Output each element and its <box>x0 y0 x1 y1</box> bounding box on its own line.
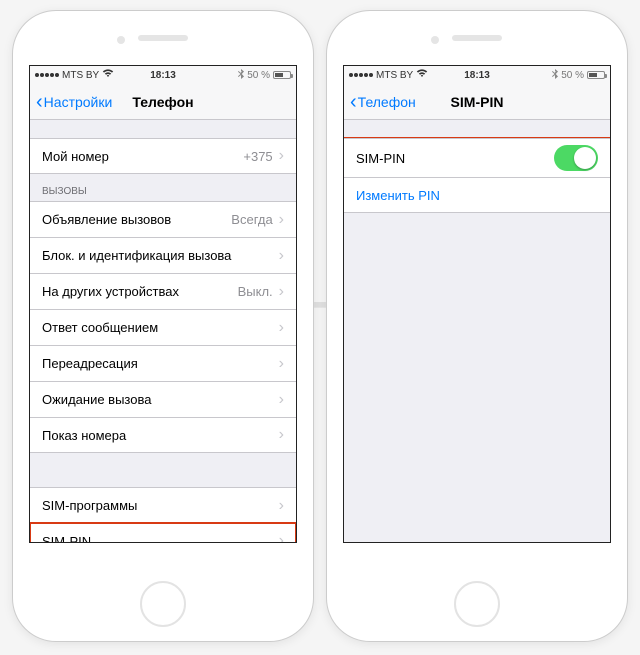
chevron-right-icon: › <box>279 319 284 337</box>
row-sim-pin[interactable]: SIM-PIN › <box>30 523 296 542</box>
row-sim-pin-toggle[interactable]: SIM-PIN <box>344 138 610 178</box>
toggle-sim-pin[interactable] <box>554 145 598 171</box>
chevron-left-icon: ‹ <box>36 92 43 112</box>
status-bar: MTS BY 18:13 50 % <box>344 66 610 84</box>
front-camera <box>431 36 439 44</box>
row-label: На других устройствах <box>42 284 238 299</box>
clock: 18:13 <box>150 70 176 81</box>
row-call-waiting[interactable]: Ожидание вызова › <box>30 381 296 417</box>
bluetooth-icon <box>238 69 244 82</box>
wifi-icon <box>416 69 428 81</box>
home-button[interactable] <box>140 581 186 627</box>
chevron-left-icon: ‹ <box>350 92 357 112</box>
nav-title: SIM-PIN <box>451 94 504 110</box>
settings-content[interactable]: Мой номер +375 › ВЫЗОВЫ Объявление вызов… <box>30 120 296 542</box>
row-label: Объявление вызовов <box>42 212 231 227</box>
chevron-right-icon: › <box>279 497 284 515</box>
phone-left: MTS BY 18:13 50 % ‹ Настройки Телефон <box>12 10 314 642</box>
screen-right: MTS BY 18:13 50 % ‹ Телефон SIM-PIN <box>343 65 611 543</box>
chevron-right-icon: › <box>279 391 284 409</box>
row-sim-apps[interactable]: SIM-программы › <box>30 487 296 523</box>
carrier-label: MTS BY <box>376 70 413 81</box>
row-change-pin[interactable]: Изменить PIN <box>344 177 610 213</box>
wifi-icon <box>102 69 114 81</box>
battery-icon <box>273 71 291 79</box>
front-camera <box>117 36 125 44</box>
row-my-number[interactable]: Мой номер +375 › <box>30 138 296 174</box>
row-label: Ожидание вызова <box>42 392 279 407</box>
section-header-calls: ВЫЗОВЫ <box>30 174 296 201</box>
row-value: Выкл. <box>238 284 273 299</box>
row-label: Ответ сообщением <box>42 320 279 335</box>
nav-back-label: Настройки <box>44 94 113 110</box>
row-call-announce[interactable]: Объявление вызовов Всегда › <box>30 201 296 237</box>
phone-right: MTS BY 18:13 50 % ‹ Телефон SIM-PIN <box>326 10 628 642</box>
row-respond-text[interactable]: Ответ сообщением › <box>30 309 296 345</box>
status-bar: MTS BY 18:13 50 % <box>30 66 296 84</box>
signal-dots-icon <box>35 73 59 77</box>
row-label: SIM-PIN <box>42 534 279 543</box>
row-value: Всегда <box>231 212 272 227</box>
speaker <box>138 35 188 41</box>
bluetooth-icon <box>552 69 558 82</box>
row-label: Показ номера <box>42 428 279 443</box>
nav-back-button[interactable]: ‹ Настройки <box>30 92 118 112</box>
battery-icon <box>587 71 605 79</box>
signal-dots-icon <box>349 73 373 77</box>
row-block-id[interactable]: Блок. и идентификация вызова › <box>30 237 296 273</box>
settings-content[interactable]: SIM-PIN Изменить PIN <box>344 120 610 542</box>
carrier-label: MTS BY <box>62 70 99 81</box>
nav-title: Телефон <box>132 94 193 110</box>
chevron-right-icon: › <box>279 283 284 301</box>
clock: 18:13 <box>464 70 490 81</box>
row-other-devices[interactable]: На других устройствах Выкл. › <box>30 273 296 309</box>
chevron-right-icon: › <box>279 147 284 165</box>
chevron-right-icon: › <box>279 426 284 444</box>
row-label: Мой номер <box>42 149 243 164</box>
row-label: Изменить PIN <box>356 188 598 203</box>
row-label: SIM-программы <box>42 498 279 513</box>
battery-percent: 50 % <box>561 70 584 81</box>
chevron-right-icon: › <box>279 532 284 542</box>
row-label: SIM-PIN <box>356 151 554 166</box>
screen-left: MTS BY 18:13 50 % ‹ Настройки Телефон <box>29 65 297 543</box>
nav-back-button[interactable]: ‹ Телефон <box>344 92 422 112</box>
chevron-right-icon: › <box>279 211 284 229</box>
row-label: Переадресация <box>42 356 279 371</box>
row-value: +375 <box>243 149 272 164</box>
chevron-right-icon: › <box>279 247 284 265</box>
battery-percent: 50 % <box>247 70 270 81</box>
speaker <box>452 35 502 41</box>
row-forwarding[interactable]: Переадресация › <box>30 345 296 381</box>
home-button[interactable] <box>454 581 500 627</box>
chevron-right-icon: › <box>279 355 284 373</box>
nav-bar: ‹ Телефон SIM-PIN <box>344 84 610 120</box>
nav-bar: ‹ Настройки Телефон <box>30 84 296 120</box>
row-show-caller-id[interactable]: Показ номера › <box>30 417 296 453</box>
nav-back-label: Телефон <box>358 94 416 110</box>
row-label: Блок. и идентификация вызова <box>42 248 279 263</box>
